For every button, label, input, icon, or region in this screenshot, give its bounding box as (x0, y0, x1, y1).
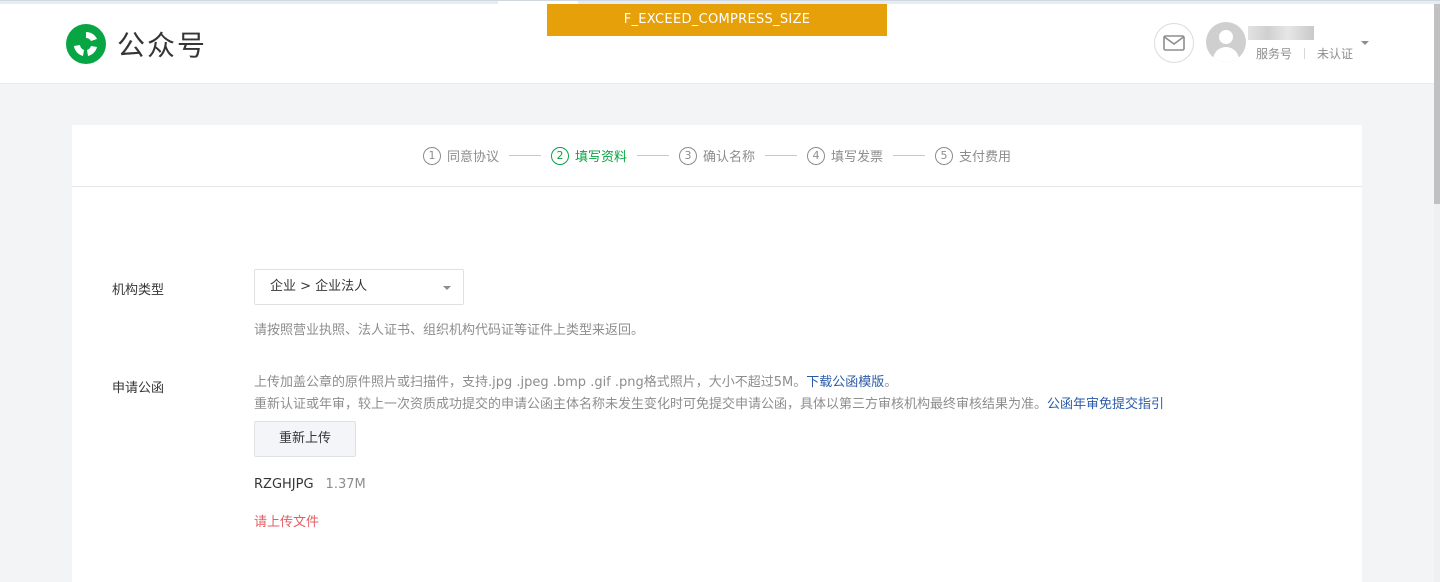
step-label: 支付费用 (959, 150, 1012, 165)
account-name-blurred (1248, 26, 1314, 40)
scrollbar[interactable] (1434, 4, 1440, 582)
download-template-link[interactable]: 下载公函模版 (806, 375, 884, 390)
org-type-hint: 请按照营业执照、法人证书、组织机构代码证等证件上类型来返回。 (254, 323, 645, 338)
step-1: 1 同意协议 (422, 146, 499, 165)
step-connector (765, 155, 797, 156)
step-indicator: 1 同意协议 2 填写资料 3 确认名称 4 填写发票 5 支付费用 (72, 125, 1362, 187)
avatar-head-shape (1219, 30, 1233, 44)
account-status: 未认证 (1317, 47, 1354, 61)
letter-label: 申请公函 (112, 381, 165, 396)
main-card: 1 同意协议 2 填写资料 3 确认名称 4 填写发票 5 支付费用 机构类型 … (72, 125, 1362, 582)
step-2: 2 填写资料 (550, 146, 627, 165)
org-type-select[interactable]: 企业 > 企业法人 (254, 269, 464, 305)
step-number: 4 (807, 146, 825, 165)
letter-hint-1-tail: 。 (884, 375, 898, 390)
step-connector (508, 155, 541, 156)
step-label: 填写资料 (574, 150, 627, 165)
letter-hint-2: 重新认证或年审，较上一次资质成功提交的申请公函主体名称未发生变化时可免提交申请公… (254, 393, 1164, 412)
mail-icon (1163, 35, 1185, 51)
file-name: RZGHJPG (254, 477, 314, 492)
letter-hint-1-text: 上传加盖公章的原件照片或扫描件，支持.jpg .jpeg .bmp .gif .… (254, 375, 807, 390)
step-label: 确认名称 (702, 150, 755, 165)
scrollbar-thumb[interactable] (1434, 4, 1440, 204)
chevron-down-icon (443, 286, 451, 290)
step-4: 4 填写发票 (807, 146, 883, 165)
step-number: 3 (678, 146, 697, 165)
avatar[interactable] (1206, 22, 1246, 62)
exemption-guide-link[interactable]: 公函年审免提交指引 (1047, 397, 1164, 412)
upload-error-message: 请上传文件 (254, 515, 320, 530)
letter-hint-2-text: 重新认证或年审，较上一次资质成功提交的申请公函主体名称未发生变化时可免提交申请公… (254, 397, 1048, 412)
account-type: 服务号 (1256, 47, 1293, 61)
mail-button[interactable] (1154, 23, 1194, 63)
step-number: 2 (550, 146, 569, 165)
step-5: 5 支付费用 (935, 146, 1011, 165)
step-label: 同意协议 (446, 150, 499, 165)
step-label: 填写发票 (831, 150, 884, 165)
account-dropdown-caret-icon[interactable] (1361, 41, 1369, 45)
wechat-mp-logo-icon (66, 24, 106, 64)
step-number: 1 (422, 146, 441, 165)
logo[interactable]: 公众号 (64, 23, 207, 65)
account-meta: 服务号 未认证 (1256, 45, 1353, 62)
warning-banner: F_EXCEED_COMPRESS_SIZE (547, 4, 887, 36)
uploaded-file: RZGHJPG 1.37M (254, 477, 366, 492)
divider (1304, 48, 1306, 59)
step-connector (893, 155, 926, 156)
step-connector (636, 155, 669, 156)
file-size: 1.37M (325, 477, 366, 492)
avatar-body-shape (1213, 47, 1239, 62)
step-number: 5 (935, 146, 954, 165)
logo-text: 公众号 (117, 29, 208, 62)
step-3: 3 确认名称 (678, 146, 755, 165)
org-type-label: 机构类型 (112, 283, 165, 298)
reupload-button[interactable]: 重新上传 (254, 421, 356, 457)
org-type-value: 企业 > 企业法人 (270, 279, 368, 294)
letter-hint-1: 上传加盖公章的原件照片或扫描件，支持.jpg .jpeg .bmp .gif .… (254, 371, 897, 390)
